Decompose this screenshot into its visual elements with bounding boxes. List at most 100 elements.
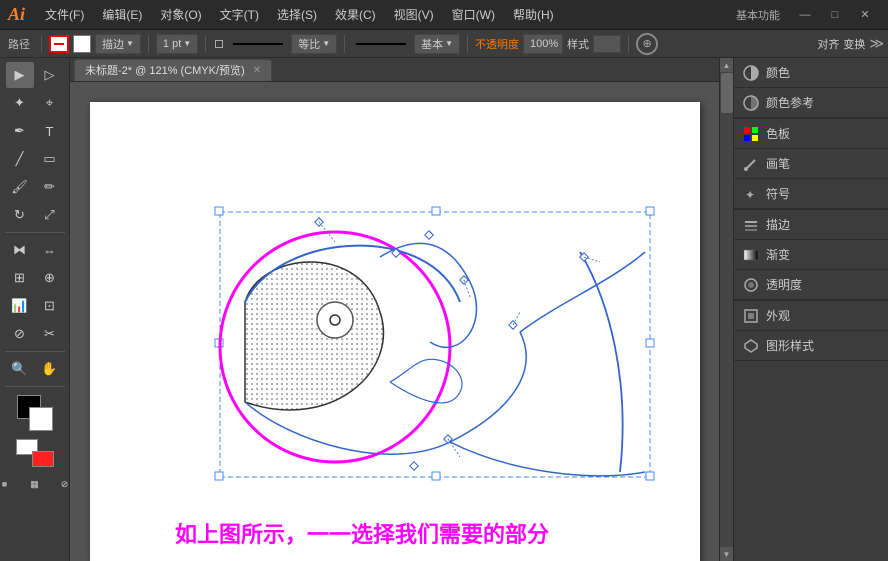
pen-tool[interactable]: ✒ xyxy=(6,118,34,144)
panel-color-ref[interactable]: 颜色参考 xyxy=(734,88,888,118)
curve-loop-1 xyxy=(390,359,462,403)
restore-button[interactable]: □ xyxy=(820,3,850,27)
swatches-icon xyxy=(742,125,760,143)
shape-builder-tool[interactable]: ⊕ xyxy=(36,265,64,291)
window-controls[interactable]: — □ ✕ xyxy=(790,3,880,27)
tool-row-1: ▶ ▷ xyxy=(6,62,64,88)
stroke-weight-arrow: ▼ xyxy=(183,39,191,48)
color-swatches[interactable] xyxy=(17,395,53,431)
workspace-profile[interactable]: 基本功能 xyxy=(726,7,790,23)
globe-icon[interactable]: ⊕ xyxy=(636,33,658,55)
curve-tail-bottom xyxy=(450,442,645,476)
scale-tool[interactable]: ⤢ xyxy=(36,202,64,228)
stroke-weight-value: 1 pt xyxy=(163,38,181,50)
selection-tool[interactable]: ▶ xyxy=(6,62,34,88)
gradient-icon xyxy=(742,246,760,264)
panel-appearance[interactable]: 外观 xyxy=(734,301,888,331)
handle-bm xyxy=(432,472,440,480)
fill-color-box[interactable] xyxy=(73,35,91,53)
menu-effect[interactable]: 效果(C) xyxy=(327,4,384,25)
more-options-icon[interactable]: ≫ xyxy=(869,35,884,52)
scroll-track[interactable] xyxy=(720,72,733,547)
gradient-mode-btn[interactable]: ▦ xyxy=(21,471,49,497)
brush-label: 画笔 xyxy=(766,155,790,172)
stroke-weight-input[interactable]: 1 pt ▼ xyxy=(156,34,198,54)
tb-sep3 xyxy=(205,35,206,53)
graphic-styles-label: 图形样式 xyxy=(766,337,814,354)
graph-tool[interactable]: 📊 xyxy=(6,293,34,319)
scroll-up-btn[interactable]: ▲ xyxy=(720,58,734,72)
panel-symbols[interactable]: ✦ 符号 xyxy=(734,179,888,209)
type-tool[interactable]: T xyxy=(36,118,64,144)
opacity-label: 不透明度 xyxy=(475,36,519,52)
hand-tool[interactable]: ✋ xyxy=(36,356,64,382)
equal-ratio-select[interactable]: 等比 ▼ xyxy=(291,34,337,54)
curve-right-arc xyxy=(580,252,623,472)
bezier-handle-8 xyxy=(410,462,418,470)
pencil-tool[interactable]: ✏ xyxy=(36,174,64,200)
paintbrush-tool[interactable]: 🖌 xyxy=(6,174,34,200)
eraser-tool[interactable]: ⊘ xyxy=(6,321,34,347)
rotate-tool[interactable]: ↻ xyxy=(6,202,34,228)
tool-row-3: ✒ T xyxy=(6,118,64,144)
line-preview2 xyxy=(356,43,406,45)
align-label: 对齐 xyxy=(817,36,839,52)
slice-tool[interactable]: ⊡ xyxy=(36,293,64,319)
menu-window[interactable]: 窗口(W) xyxy=(444,4,503,25)
menu-help[interactable]: 帮助(H) xyxy=(505,4,562,25)
panel-stroke[interactable]: 描边 xyxy=(734,210,888,240)
menu-edit[interactable]: 编辑(E) xyxy=(94,4,150,25)
menu-file[interactable]: 文件(F) xyxy=(37,4,92,25)
basic-select[interactable]: 基本 ▼ xyxy=(414,34,460,54)
document-canvas: 如上图所示，一一选择我们需要的部分 xyxy=(90,102,700,561)
appearance-icon xyxy=(742,307,760,325)
menu-view[interactable]: 视图(V) xyxy=(386,4,442,25)
panel-swatches[interactable]: 色板 xyxy=(734,119,888,149)
zoom-tool[interactable]: 🔍 xyxy=(6,356,34,382)
minimize-button[interactable]: — xyxy=(790,3,820,27)
dash-preset-icon[interactable] xyxy=(215,40,223,48)
color-mode-btn[interactable]: ■ xyxy=(0,471,19,497)
scroll-down-btn[interactable]: ▼ xyxy=(720,547,734,561)
line-tool[interactable]: ╱ xyxy=(6,146,34,172)
panel-color[interactable]: 颜色 xyxy=(734,58,888,88)
menu-object[interactable]: 对象(O) xyxy=(152,4,209,25)
panel-gradient[interactable]: 渐变 xyxy=(734,240,888,270)
free-transform-tool[interactable]: ⊞ xyxy=(6,265,34,291)
color-panel-label: 颜色 xyxy=(766,64,790,81)
background-color[interactable] xyxy=(29,407,53,431)
canvas-wrapper[interactable]: 如上图所示，一一选择我们需要的部分 xyxy=(70,82,719,561)
scroll-thumb[interactable] xyxy=(721,73,733,113)
doc-tab-close[interactable]: ✕ xyxy=(253,65,261,76)
menu-select[interactable]: 选择(S) xyxy=(269,4,325,25)
appearance-label: 外观 xyxy=(766,307,790,324)
left-toolbar: ▶ ▷ ✦ ⌖ ✒ T ╱ ▭ 🖌 ✏ ↻ ⤢ ⧓ ⇔ ⊞ ⊕ xyxy=(0,58,70,561)
width-tool[interactable]: ⇔ xyxy=(36,237,64,263)
menu-bar[interactable]: 文件(F) 编辑(E) 对象(O) 文字(T) 选择(S) 效果(C) 视图(V… xyxy=(37,4,562,25)
fish-body-fill xyxy=(245,262,383,410)
document-tab[interactable]: 未标题-2* @ 121% (CMYK/预览) ✕ xyxy=(74,59,272,81)
close-button[interactable]: ✕ xyxy=(850,3,880,27)
tb-sep6 xyxy=(628,35,629,53)
direct-selection-tool[interactable]: ▷ xyxy=(36,62,64,88)
panel-graphic-styles[interactable]: 图形样式 xyxy=(734,331,888,361)
opacity-input[interactable]: 100% xyxy=(523,34,563,54)
fill-indicator[interactable] xyxy=(32,451,54,467)
graphic-styles-icon xyxy=(742,337,760,355)
rect-tool[interactable]: ▭ xyxy=(36,146,64,172)
style-box[interactable] xyxy=(593,35,621,53)
tb-sep5 xyxy=(467,35,468,53)
scissors-tool[interactable]: ✂ xyxy=(36,321,64,347)
menu-type[interactable]: 文字(T) xyxy=(212,4,267,25)
panel-transparency[interactable]: 透明度 xyxy=(734,270,888,300)
stroke-fill-indicator[interactable] xyxy=(16,439,54,467)
panel-brush[interactable]: 画笔 xyxy=(734,149,888,179)
warp-tool[interactable]: ⧓ xyxy=(6,237,34,263)
draw-mode-arrow: ▼ xyxy=(126,39,134,48)
vertical-scrollbar[interactable]: ▲ ▼ xyxy=(719,58,733,561)
magic-wand-tool[interactable]: ✦ xyxy=(6,90,34,116)
stroke-color-icon[interactable] xyxy=(49,35,69,53)
lasso-tool[interactable]: ⌖ xyxy=(36,90,64,116)
right-panel: 颜色 颜色参考 色板 画笔 xyxy=(733,58,888,561)
stroke-options[interactable]: 路径 描边 ▼ xyxy=(95,34,141,54)
